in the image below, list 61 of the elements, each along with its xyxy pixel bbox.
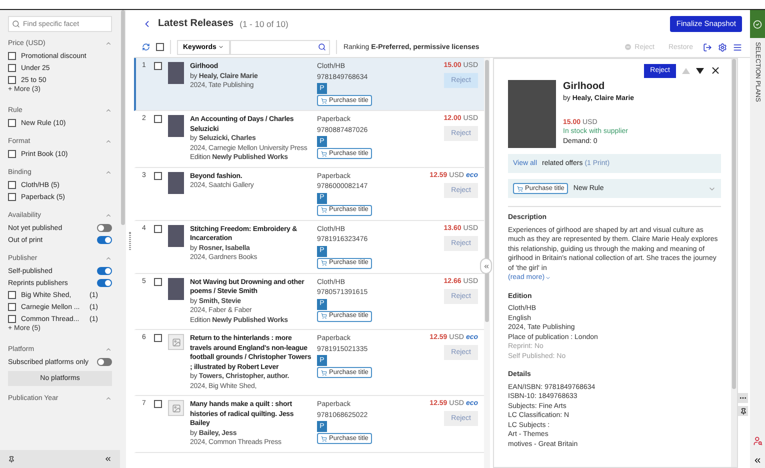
checkbox[interactable] <box>8 193 16 201</box>
pin-button[interactable] <box>738 406 748 416</box>
checkbox[interactable] <box>8 64 16 72</box>
settings-icon[interactable] <box>718 42 727 52</box>
cart-icon <box>321 98 327 104</box>
pin-icon[interactable] <box>8 456 15 462</box>
checkbox[interactable] <box>8 52 16 60</box>
search-icon[interactable] <box>318 42 326 50</box>
cart-icon <box>321 207 327 213</box>
scrollbar-thumb[interactable] <box>485 60 489 322</box>
row-checkbox[interactable] <box>154 62 162 70</box>
book-title: Girlhood <box>563 80 606 94</box>
search-icon <box>12 20 20 28</box>
row-checkbox[interactable] <box>154 224 162 232</box>
checkbox[interactable] <box>8 181 16 189</box>
checkbox[interactable] <box>8 150 16 158</box>
checkbox[interactable] <box>8 303 16 311</box>
cart-icon <box>321 150 327 156</box>
search-field[interactable] <box>230 40 330 54</box>
close-icon[interactable] <box>710 65 721 76</box>
down-arrow-icon[interactable] <box>696 68 704 74</box>
toggle-switch[interactable] <box>97 236 112 244</box>
user-search-icon[interactable] <box>752 436 762 446</box>
export-icon[interactable] <box>703 42 712 52</box>
checkbox[interactable] <box>8 119 16 127</box>
pin-icon <box>740 408 746 414</box>
checkbox[interactable] <box>8 76 16 84</box>
selection-plans-tab[interactable] <box>750 10 765 38</box>
toggle-switch[interactable] <box>97 267 112 275</box>
refresh-icon[interactable] <box>142 43 150 51</box>
toggle-switch[interactable] <box>97 224 112 232</box>
result-range: (1 - 10 of 10) <box>240 18 288 28</box>
resize-handle[interactable] <box>129 232 131 250</box>
toggle-switch[interactable] <box>97 279 112 287</box>
select-all-checkbox[interactable] <box>156 43 164 51</box>
cart-icon <box>321 260 327 266</box>
list-icon[interactable] <box>733 42 742 52</box>
scrollbar-thumb[interactable] <box>732 59 736 389</box>
more-button[interactable] <box>738 393 748 403</box>
caret-icon <box>218 44 224 50</box>
caret-icon <box>544 274 551 281</box>
collapse-button[interactable] <box>480 258 492 274</box>
check-circle-icon <box>753 20 762 28</box>
cart-icon <box>517 186 523 192</box>
scrollbar-thumb[interactable] <box>121 10 125 225</box>
cart-icon <box>321 370 327 376</box>
cover-photo-placeholder <box>508 80 556 148</box>
toggle-switch[interactable] <box>97 358 112 366</box>
cart-icon <box>321 436 327 442</box>
row-checkbox[interactable] <box>154 278 162 286</box>
cart-icon <box>321 313 327 319</box>
row-checkbox[interactable] <box>154 400 162 408</box>
row-checkbox[interactable] <box>154 334 162 342</box>
collapse-icon[interactable] <box>753 456 762 465</box>
page-title: Latest Releases <box>158 18 234 29</box>
checkbox[interactable] <box>8 315 16 323</box>
collapse-icon[interactable] <box>104 455 112 463</box>
minus-circle-icon <box>624 43 632 51</box>
checkbox[interactable] <box>8 291 16 299</box>
row-checkbox[interactable] <box>154 172 162 180</box>
row-checkbox[interactable] <box>154 115 162 123</box>
